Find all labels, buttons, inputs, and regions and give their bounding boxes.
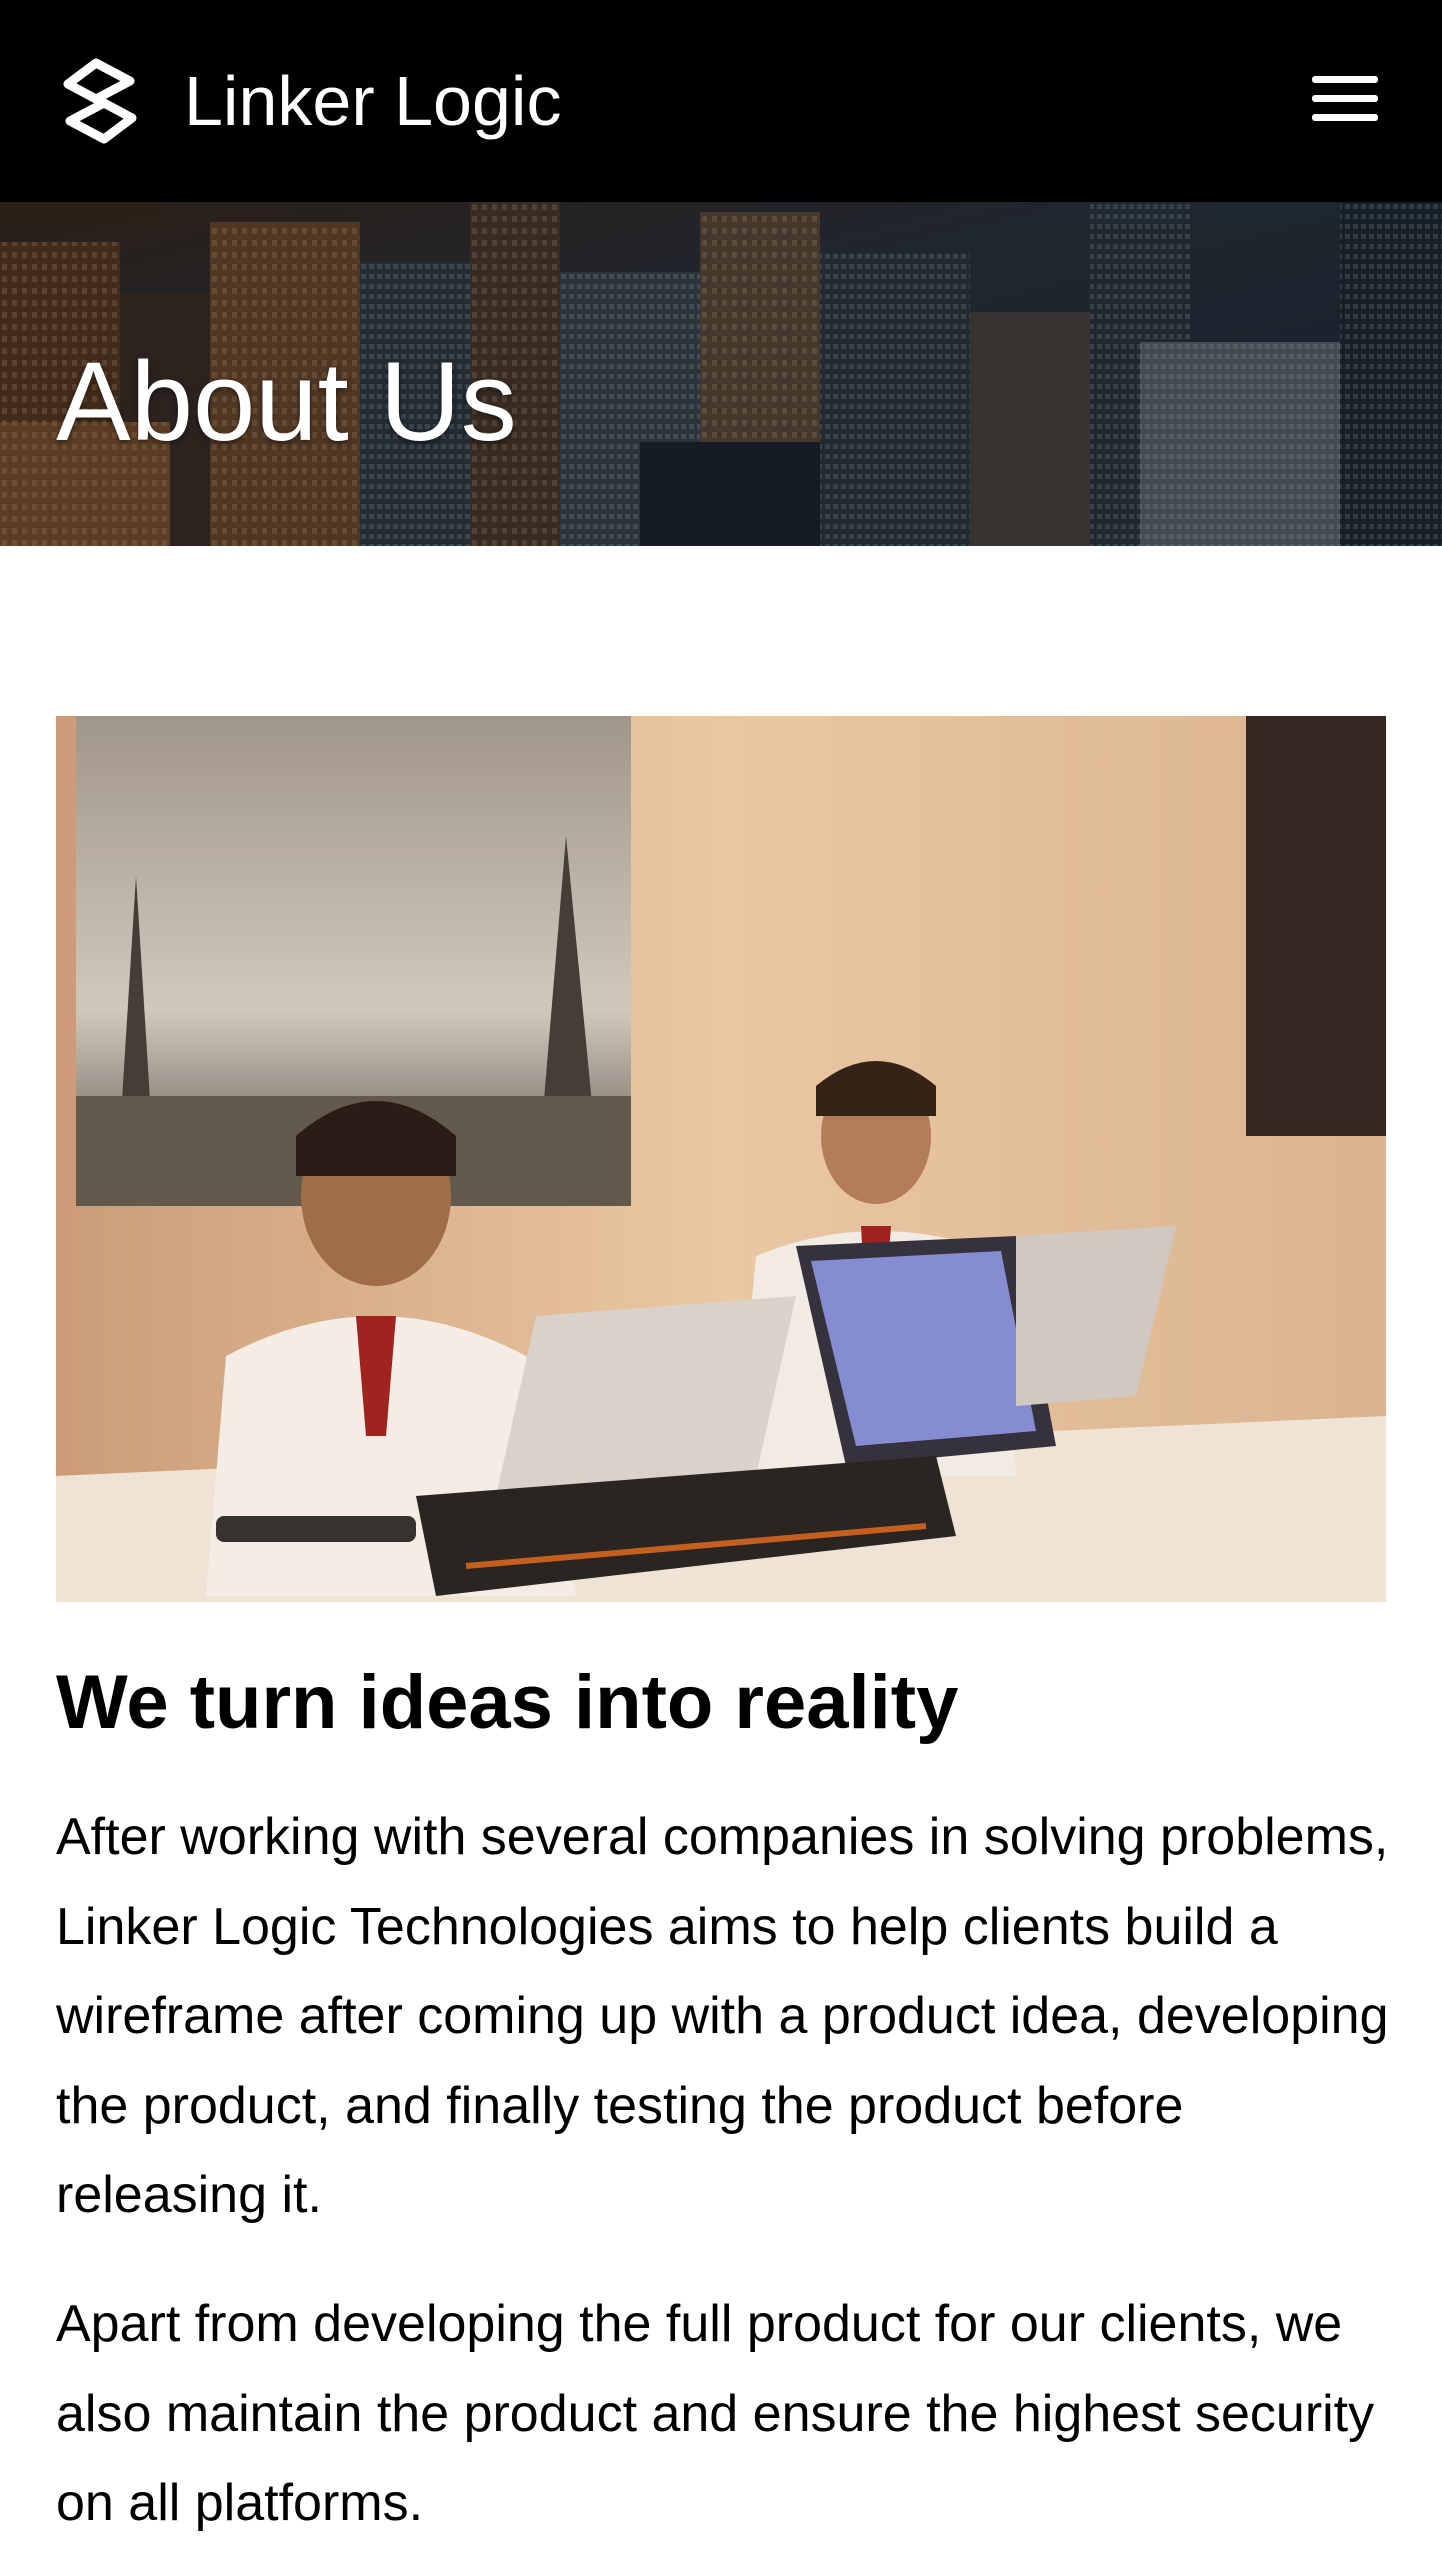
hero-banner: About Us [0, 202, 1442, 546]
site-header: Linker Logic [0, 0, 1442, 202]
hamburger-menu-icon[interactable] [1312, 74, 1378, 124]
about-paragraph-2: Apart from developing the full product f… [56, 2295, 1375, 2532]
about-paragraph-1: After working with several companies in … [56, 1808, 1389, 2224]
photo-icon [56, 716, 1386, 1602]
page-title: About Us [56, 339, 517, 464]
team-meeting-photo [56, 716, 1386, 1602]
brand-link[interactable]: Linker Logic [56, 56, 561, 146]
section-heading: We turn ideas into reality [56, 1660, 959, 1745]
linker-logic-logo-icon [63, 58, 137, 144]
brand-name: Linker Logic [184, 62, 562, 140]
